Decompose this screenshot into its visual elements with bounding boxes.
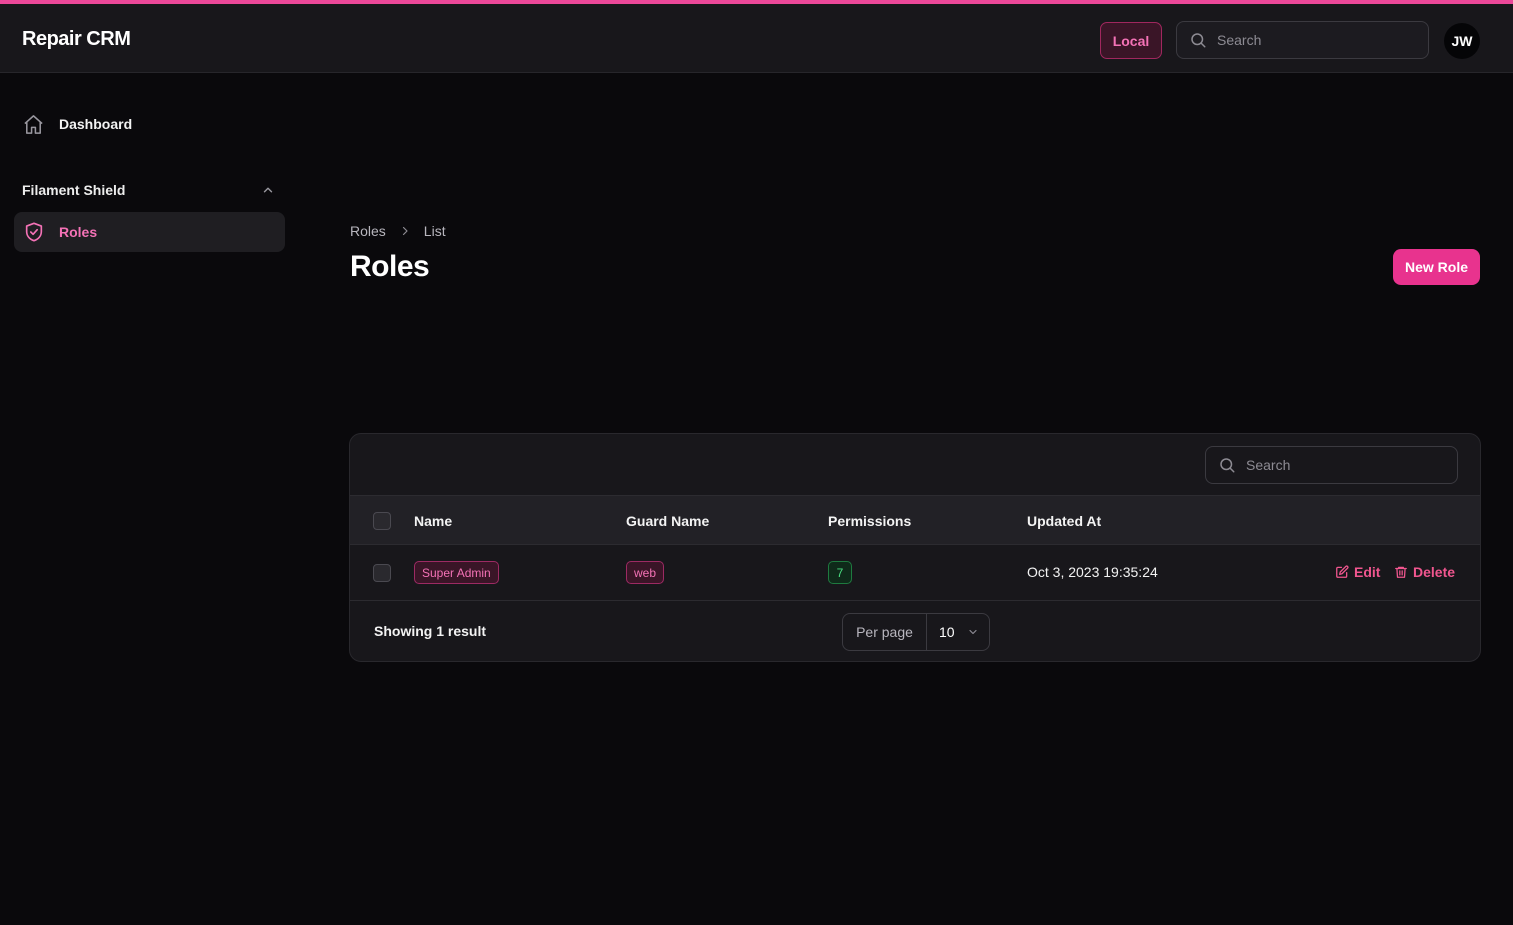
per-page-select[interactable]: Per page 10 <box>842 613 990 651</box>
column-header-updated-at[interactable]: Updated At <box>1027 513 1101 529</box>
table-footer: Showing 1 result Per page 10 <box>350 601 1480 661</box>
results-count: Showing 1 result <box>374 623 487 639</box>
sidebar-item-label: Roles <box>59 224 98 240</box>
table-search-input[interactable] <box>1246 457 1426 473</box>
updated-at-cell: Oct 3, 2023 19:35:24 <box>1027 564 1158 580</box>
chevron-up-icon[interactable] <box>261 183 275 197</box>
sidebar-item-dashboard[interactable]: Dashboard <box>22 112 132 136</box>
edit-icon <box>1336 565 1349 578</box>
sidebar-group-label: Filament Shield <box>22 182 126 198</box>
global-search[interactable] <box>1176 21 1429 59</box>
select-all-checkbox[interactable] <box>373 512 391 530</box>
sidebar-group-filament-shield[interactable]: Filament Shield <box>22 180 275 200</box>
edit-button[interactable]: Edit <box>1335 564 1380 580</box>
user-avatar[interactable]: JW <box>1444 23 1480 59</box>
column-header-name[interactable]: Name <box>414 513 452 529</box>
sidebar-item-label: Dashboard <box>59 116 133 132</box>
search-icon <box>1220 458 1235 473</box>
delete-button[interactable]: Delete <box>1394 564 1455 580</box>
permissions-count-badge: 7 <box>828 561 852 584</box>
new-role-button[interactable]: New Role <box>1393 249 1480 285</box>
shield-check-icon <box>25 222 43 242</box>
guard-name-badge: web <box>626 561 665 584</box>
roles-table: Name Guard Name Permissions Updated At S… <box>349 433 1481 662</box>
brand-logo[interactable]: Repair CRM <box>22 28 131 51</box>
breadcrumb-current: List <box>423 223 446 239</box>
table-search[interactable] <box>1205 446 1458 484</box>
environment-badge: Local <box>1100 22 1162 59</box>
row-checkbox[interactable] <box>373 564 391 582</box>
home-icon <box>24 114 43 134</box>
page-title: Roles <box>350 250 430 283</box>
search-icon <box>1191 33 1206 48</box>
chevron-right-icon <box>399 225 411 237</box>
table-row[interactable]: Super Admin web 7 Oct 3, 2023 19:35:24 E… <box>350 545 1480 601</box>
sidebar-item-roles[interactable]: Roles <box>14 212 285 252</box>
per-page-label: Per page <box>843 614 927 650</box>
column-header-guard-name[interactable]: Guard Name <box>626 513 709 529</box>
per-page-dropdown[interactable]: 10 <box>927 614 989 650</box>
global-search-input[interactable] <box>1217 32 1397 48</box>
edit-label: Edit <box>1354 564 1381 580</box>
trash-icon <box>1395 566 1407 578</box>
per-page-value: 10 <box>939 624 955 640</box>
table-header: Name Guard Name Permissions Updated At <box>350 495 1480 545</box>
column-header-permissions[interactable]: Permissions <box>828 513 911 529</box>
delete-label: Delete <box>1413 564 1456 580</box>
top-bar: Repair CRM Local JW <box>0 4 1513 73</box>
breadcrumb-roles-link[interactable]: Roles <box>350 223 386 239</box>
breadcrumb: Roles List <box>350 223 446 239</box>
chevron-down-icon <box>968 629 977 635</box>
role-name-badge: Super Admin <box>414 561 499 584</box>
